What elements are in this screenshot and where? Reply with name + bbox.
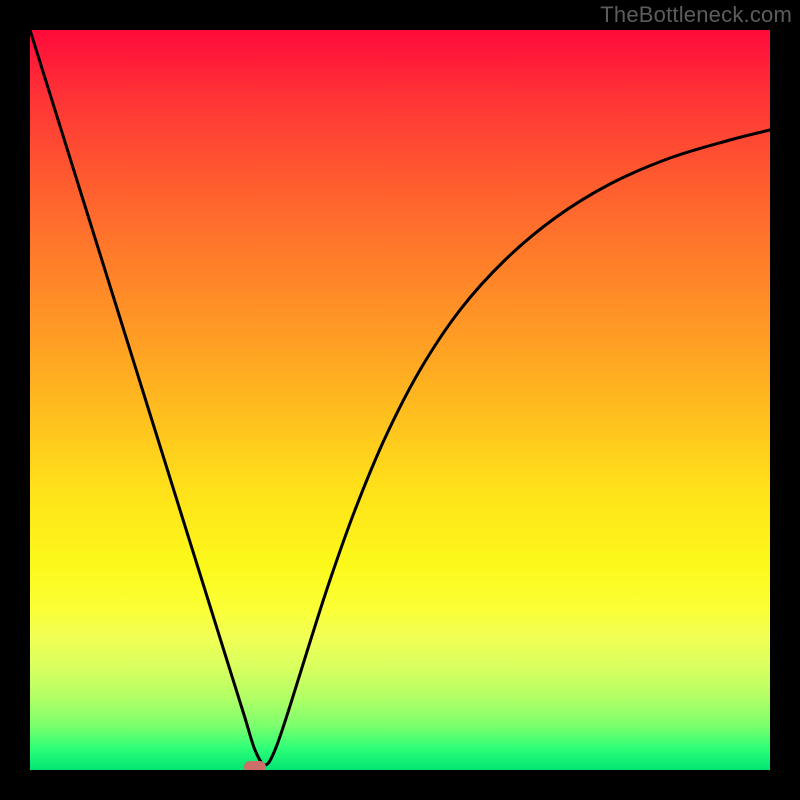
curve-svg [30, 30, 770, 770]
optimal-point-marker [244, 761, 266, 770]
bottleneck-curve [30, 30, 770, 765]
chart-frame: TheBottleneck.com [0, 0, 800, 800]
plot-area [30, 30, 770, 770]
watermark-text: TheBottleneck.com [600, 2, 792, 28]
